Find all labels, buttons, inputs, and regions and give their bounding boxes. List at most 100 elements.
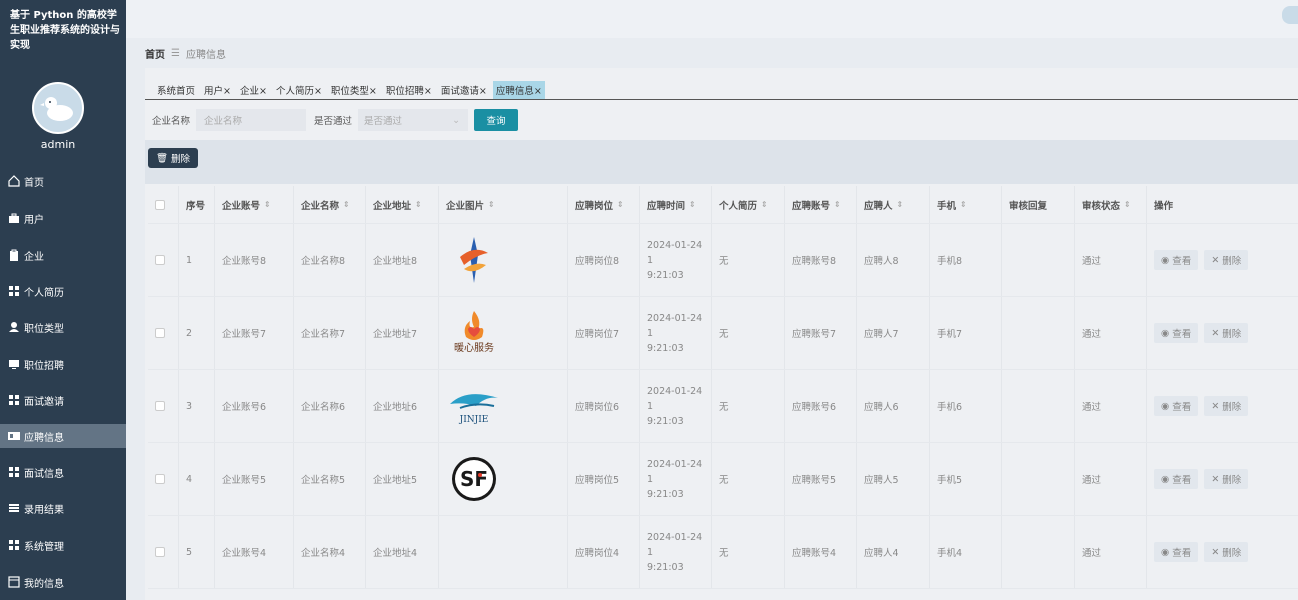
- sidebar-item-label: 职位招聘: [24, 360, 64, 372]
- svg-text:SF: SF: [460, 467, 488, 491]
- grid-icon: [7, 285, 20, 298]
- column-header-label: 企业账号: [222, 200, 261, 212]
- row-checkbox[interactable]: [155, 328, 165, 338]
- sidebar-item-11[interactable]: 我的信息: [0, 570, 126, 594]
- time-value: 2024-01-24 1 9:21:03: [647, 239, 703, 281]
- cell-address: 企业地址5: [365, 443, 438, 515]
- toolbar: 🗑 删除: [145, 140, 1298, 184]
- applicant-account-value: 应聘账号4: [792, 548, 837, 559]
- delete-button[interactable]: ✕ 删除: [1204, 396, 1249, 416]
- header-checkbox-cell: [148, 186, 178, 223]
- sidebar-item-1[interactable]: 用户: [0, 206, 126, 230]
- sidebar-item-4[interactable]: 职位类型: [0, 315, 126, 339]
- view-label: 查看: [1172, 329, 1192, 340]
- row-checkbox[interactable]: [155, 547, 165, 557]
- tab-0[interactable]: 系统首页: [154, 81, 198, 99]
- address-value: 企业地址7: [373, 329, 418, 340]
- row-checkbox[interactable]: [155, 401, 165, 411]
- sidebar-item-5[interactable]: 职位招聘: [0, 352, 126, 376]
- tab-bar: 系统首页 用户× 企业× 个人简历× 职位类型× 职位招聘× 面试邀请× 应聘信息×: [145, 80, 1298, 100]
- post-value: 应聘岗位7: [575, 329, 620, 340]
- column-header[interactable]: 应聘账号 ⇕: [784, 186, 856, 223]
- column-header[interactable]: 审核状态 ⇕: [1074, 186, 1146, 223]
- applicant-value: 应聘人5: [864, 475, 899, 486]
- chevron-down-icon: ⌄: [452, 114, 461, 126]
- applicant-value: 应聘人4: [864, 548, 899, 559]
- cell-actions: ◉ 查看 ✕ 删除: [1146, 516, 1298, 588]
- sort-icon[interactable]: ⇕: [264, 200, 271, 209]
- user-avatar-icon[interactable]: [1282, 6, 1298, 24]
- view-button[interactable]: ◉ 查看: [1154, 469, 1199, 489]
- topbar: [126, 0, 1298, 38]
- sidebar-item-label: 我的信息: [24, 578, 64, 590]
- phone-value: 手机5: [937, 475, 963, 486]
- name-value: 企业名称5: [301, 475, 346, 486]
- cell-post: 应聘岗位4: [567, 516, 639, 588]
- tab-2[interactable]: 企业×: [237, 81, 270, 99]
- column-header[interactable]: 应聘岗位 ⇕: [567, 186, 639, 223]
- sidebar-item-3[interactable]: 个人简历: [0, 279, 126, 303]
- column-header[interactable]: 应聘时间 ⇕: [639, 186, 711, 223]
- view-button[interactable]: ◉ 查看: [1154, 396, 1199, 416]
- column-header[interactable]: 企业图片 ⇕: [438, 186, 567, 223]
- delete-button[interactable]: ✕ 删除: [1204, 250, 1249, 270]
- delete-button[interactable]: ✕ 删除: [1204, 323, 1249, 343]
- column-header[interactable]: 企业名称 ⇕: [293, 186, 365, 223]
- view-button[interactable]: ◉ 查看: [1154, 542, 1199, 562]
- column-header[interactable]: 个人简历 ⇕: [711, 186, 784, 223]
- sort-icon[interactable]: ⇕: [689, 200, 696, 209]
- cell-applicant: 应聘人6: [856, 370, 929, 442]
- sort-icon[interactable]: ⇕: [617, 200, 624, 209]
- view-button[interactable]: ◉ 查看: [1154, 250, 1199, 270]
- sidebar-item-8[interactable]: 面试信息: [0, 460, 126, 484]
- delete-button[interactable]: ✕ 删除: [1204, 469, 1249, 489]
- tab-4[interactable]: 职位类型×: [328, 81, 380, 99]
- sidebar-item-2[interactable]: 企业: [0, 243, 126, 267]
- table-row: 2 企业账号7 企业名称7 企业地址7 暖心服务 应聘岗位7 2024-01-24 1 9:…: [148, 297, 1298, 370]
- column-header-label: 审核状态: [1082, 200, 1121, 212]
- passed-select[interactable]: 是否通过 ⌄: [358, 109, 469, 131]
- tab-3[interactable]: 个人简历×: [273, 81, 325, 99]
- avatar[interactable]: [32, 82, 84, 134]
- sort-icon[interactable]: ⇕: [488, 200, 495, 209]
- sidebar-item-10[interactable]: 系统管理: [0, 533, 126, 557]
- batch-delete-button[interactable]: 🗑 删除: [148, 148, 198, 168]
- row-checkbox[interactable]: [155, 255, 165, 265]
- tab-5[interactable]: 职位招聘×: [383, 81, 435, 99]
- column-header[interactable]: 企业账号 ⇕: [214, 186, 293, 223]
- address-value: 企业地址8: [373, 256, 418, 267]
- sort-icon[interactable]: ⇕: [343, 200, 350, 209]
- sort-icon[interactable]: ⇕: [960, 200, 967, 209]
- delete-button[interactable]: ✕ 删除: [1204, 542, 1249, 562]
- view-button[interactable]: ◉ 查看: [1154, 323, 1199, 343]
- sort-icon[interactable]: ⇕: [1124, 200, 1131, 209]
- company-name-input[interactable]: 企业名称: [196, 109, 307, 131]
- sort-icon[interactable]: ⇕: [834, 200, 841, 209]
- tab-7[interactable]: 应聘信息×: [492, 81, 545, 99]
- sort-icon[interactable]: ⇕: [897, 200, 904, 209]
- cell-logo: [438, 516, 567, 588]
- breadcrumb-home[interactable]: 首页: [145, 46, 165, 61]
- search-button[interactable]: 查询: [474, 109, 519, 131]
- row-checkbox[interactable]: [155, 474, 165, 484]
- phone-value: 手机8: [937, 256, 963, 267]
- sidebar-item-7[interactable]: 应聘信息: [0, 424, 126, 448]
- column-header[interactable]: 企业地址 ⇕: [365, 186, 438, 223]
- column-header[interactable]: 应聘人 ⇕: [856, 186, 929, 223]
- trash-icon: 🗑: [155, 152, 169, 164]
- sidebar-item-label: 个人简历: [24, 287, 64, 299]
- tab-1[interactable]: 用户×: [201, 81, 234, 99]
- table-row: 3 企业账号6 企业名称6 企业地址6 JINJIE 应聘岗位6 2024-01-24 1 …: [148, 370, 1298, 443]
- column-header[interactable]: 审核回复: [1001, 186, 1074, 223]
- sort-icon[interactable]: ⇕: [761, 200, 768, 209]
- address-value: 企业地址5: [373, 475, 418, 486]
- column-header-label: 应聘岗位: [575, 200, 614, 212]
- sidebar-item-9[interactable]: 录用结果: [0, 496, 126, 520]
- sidebar-item-0[interactable]: 首页: [0, 169, 126, 193]
- cell-name: 企业名称7: [293, 297, 365, 369]
- select-all-checkbox[interactable]: [155, 199, 165, 210]
- tab-6[interactable]: 面试邀请×: [438, 81, 490, 99]
- sidebar-item-6[interactable]: 面试邀请: [0, 388, 126, 412]
- column-header-label: 应聘人: [864, 200, 893, 212]
- sort-icon[interactable]: ⇕: [415, 200, 422, 209]
